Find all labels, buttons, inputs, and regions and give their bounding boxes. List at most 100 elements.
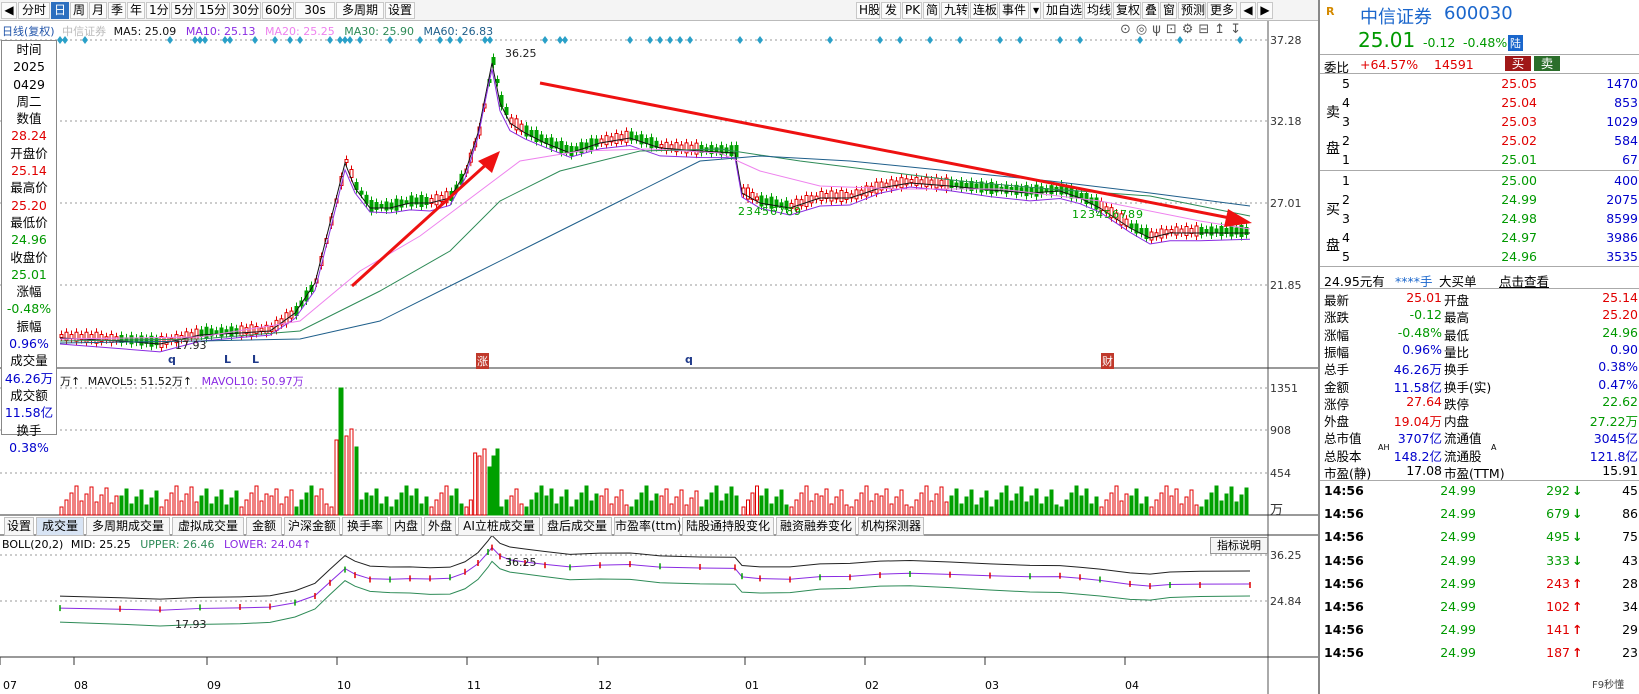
toolbar-scroll-right-button[interactable]: ▶ (1257, 2, 1273, 19)
minus-box-icon[interactable]: ⊟ (1198, 22, 1214, 37)
pk-button[interactable]: PK (902, 2, 922, 19)
volume-bar (104, 487, 109, 516)
tab-pe-ttm[interactable]: 市盈率(ttm) (614, 517, 681, 536)
trident-icon[interactable]: ψ (1152, 22, 1166, 37)
multi-period-button[interactable]: 多周期 (336, 2, 384, 19)
volume-bar (109, 502, 114, 516)
event-button[interactable]: 事件 (999, 2, 1029, 19)
kline-chart[interactable]: 日线(复权) 中信证券 MA5: 25.09 MA10: 25.13 MA20:… (0, 21, 1318, 694)
overlay-button[interactable]: 叠 (1142, 2, 1159, 19)
chart-canvas[interactable] (0, 21, 1318, 694)
tab-settings[interactable]: 设置 (4, 517, 34, 536)
target-icon[interactable]: ◎ (1136, 22, 1152, 37)
tab-virtual-volume[interactable]: 虚拟成交量 (172, 517, 244, 536)
tab-market-amount[interactable]: 沪深金额 (284, 517, 340, 536)
tick-count: 75 (1622, 529, 1638, 545)
period-button-30s[interactable]: 30s (295, 2, 335, 19)
tab-turnover[interactable]: 换手率 (342, 517, 388, 536)
dw-time-label: 时间 (16, 42, 42, 57)
event-mark-l2[interactable]: L (252, 353, 259, 366)
volume-bar (729, 486, 734, 516)
up-arrow-icon: ↑ (1572, 622, 1583, 638)
volume-bar (659, 495, 664, 516)
event-mark-finance[interactable]: 财 (1101, 353, 1114, 369)
candle-body (924, 177, 929, 188)
event-dropdown-icon[interactable]: ▼ (1030, 2, 1041, 19)
hshare-button[interactable]: H股 (856, 2, 880, 19)
more-button[interactable]: 更多 (1207, 2, 1237, 19)
nine-turn-button[interactable]: 九转 (941, 2, 969, 19)
event-mark-limit-up[interactable]: 涨 (476, 353, 489, 369)
period-button-60min[interactable]: 60分 (262, 2, 294, 19)
chart-tools: ⊙◎ψ⊡⚙⊟↥↧ (1120, 22, 1246, 37)
dw-low: 24.96 (11, 232, 47, 248)
down-arrow-icon[interactable]: ↧ (1230, 22, 1246, 37)
period-button-month[interactable]: 月 (89, 2, 107, 19)
tab-outer[interactable]: 外盘 (424, 517, 456, 536)
buy-button[interactable]: 买 (1505, 56, 1531, 71)
period-button-30min[interactable]: 30分 (229, 2, 261, 19)
mavol5-label: MAVOL5: 51.52万↑ (87, 375, 193, 388)
candle-body (1149, 231, 1154, 241)
tab-margin-change[interactable]: 融资融券变化 (776, 517, 856, 536)
limit-up-button[interactable]: 连板 (970, 2, 998, 19)
gear-icon[interactable]: ⚙ (1182, 22, 1199, 37)
tab-institution-detector[interactable]: 机构探测器 (858, 517, 924, 536)
event-mark-q2[interactable]: q (685, 353, 693, 366)
volume-bar (454, 488, 459, 516)
bid-price: 24.98 (1501, 211, 1537, 226)
tab-amount[interactable]: 金额 (246, 517, 282, 536)
stat-label: 跌停 (1444, 396, 1470, 412)
period-button-day[interactable]: 日 (51, 2, 69, 19)
volume-bar (59, 506, 64, 516)
tab-inner[interactable]: 内盘 (390, 517, 422, 536)
ma-button[interactable]: 均线 (1084, 2, 1112, 19)
sell-button[interactable]: 卖 (1534, 56, 1560, 71)
period-button-15min[interactable]: 15分 (196, 2, 228, 19)
volume-bar (524, 506, 529, 516)
volume-bar (629, 506, 634, 516)
x-axis-label-02: 02 (865, 679, 879, 692)
period-button-year[interactable]: 年 (127, 2, 145, 19)
period-button-quarter[interactable]: 季 (108, 2, 126, 19)
volume-bar (1164, 485, 1169, 516)
eye-icon[interactable]: ⊙ (1120, 22, 1136, 37)
stat-value: -0.48% (1397, 324, 1442, 340)
volume-bar (244, 499, 249, 516)
tab-after-hours-volume[interactable]: 盘后成交量 (542, 517, 612, 536)
tab-volume[interactable]: 成交量 (36, 517, 84, 536)
candle-body (934, 177, 939, 189)
period-button-1min[interactable]: 1分 (146, 2, 170, 19)
add-watchlist-button[interactable]: 加自选 (1043, 2, 1083, 19)
up-arrow-icon[interactable]: ↥ (1214, 22, 1230, 37)
candle-body (624, 130, 629, 143)
event-mark-l1[interactable]: L (224, 353, 231, 366)
toolbar-scroll-left-button-2[interactable]: ◀ (1240, 2, 1256, 19)
toolbar-scroll-left-button[interactable]: ◀ (1, 2, 17, 19)
ma30-label: MA30: 25.90 (344, 25, 414, 38)
candle-body (534, 130, 539, 142)
a-tag: A (1491, 443, 1497, 452)
volume-bar (809, 500, 814, 516)
volume-bar (529, 499, 534, 516)
window-button[interactable]: 窗 (1160, 2, 1177, 19)
indicator-help-button[interactable]: 指标说明 (1210, 537, 1268, 554)
volume-bar (804, 485, 809, 516)
period-button-week[interactable]: 周 (70, 2, 88, 19)
event-mark-q1[interactable]: q (168, 353, 176, 366)
simple-button[interactable]: 简 (923, 2, 940, 19)
restore-rights-button[interactable]: 复权 (1113, 2, 1141, 19)
forecast-button[interactable]: 预测 (1178, 2, 1206, 19)
volume-bar (324, 503, 329, 516)
settings-button[interactable]: 设置 (385, 2, 415, 19)
tick-price: 24.99 (1440, 552, 1476, 568)
issue-button[interactable]: 发 (881, 2, 901, 19)
stat-label: 内盘 (1444, 414, 1470, 430)
tab-ai-volume[interactable]: AI立桩成交量 (458, 517, 540, 536)
period-button-5min[interactable]: 5分 (171, 2, 195, 19)
tab-northbound-holding[interactable]: 陆股通持股变化 (682, 517, 774, 536)
period-button-intraday[interactable]: 分时 (18, 2, 50, 19)
tab-multi-period-volume[interactable]: 多周期成交量 (86, 517, 170, 536)
box-icon[interactable]: ⊡ (1166, 22, 1182, 37)
candle-body (214, 330, 219, 335)
